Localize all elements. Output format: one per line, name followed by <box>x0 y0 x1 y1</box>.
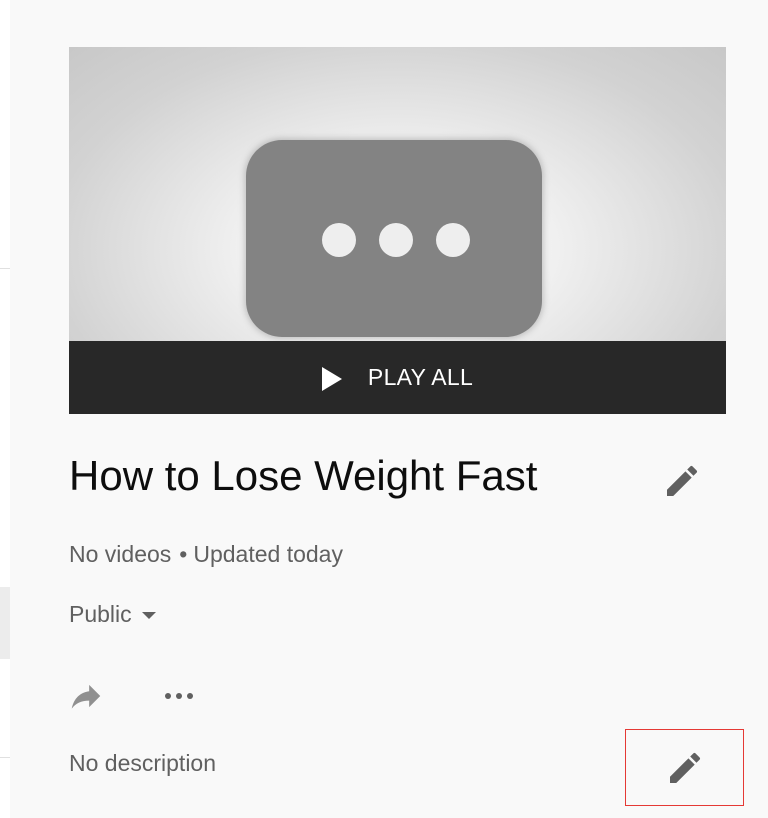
more-horizontal-icon <box>165 693 193 699</box>
caret-down-icon <box>141 612 156 619</box>
privacy-label: Public <box>69 601 132 627</box>
left-edge-block <box>0 587 10 659</box>
play-all-label: PLAY ALL <box>367 364 474 390</box>
placeholder-dot <box>379 223 413 257</box>
edit-description-button[interactable] <box>625 729 744 806</box>
play-all-button[interactable]: PLAY ALL <box>69 341 726 414</box>
updated-date: Updated today <box>193 541 343 567</box>
divider <box>0 268 10 269</box>
privacy-dropdown[interactable]: Public <box>69 601 156 628</box>
playlist-title: How to Lose Weight Fast <box>69 452 538 499</box>
share-button[interactable] <box>66 676 106 716</box>
pencil-icon <box>669 752 700 783</box>
video-count: No videos <box>69 541 172 567</box>
playlist-thumbnail[interactable]: PLAY ALL <box>69 47 726 414</box>
left-edge-strip <box>0 0 10 818</box>
pencil-icon <box>667 465 698 496</box>
playlist-description: No description <box>69 750 217 776</box>
placeholder-dot <box>436 223 470 257</box>
more-options-button[interactable] <box>158 676 200 716</box>
playlist-stats: No videos • Updated today <box>69 541 343 568</box>
placeholder-dot <box>322 223 356 257</box>
share-arrow-icon <box>71 684 101 709</box>
stats-separator: • <box>179 541 188 567</box>
edit-title-button[interactable] <box>658 457 706 505</box>
divider <box>0 757 10 758</box>
play-icon <box>321 366 342 391</box>
